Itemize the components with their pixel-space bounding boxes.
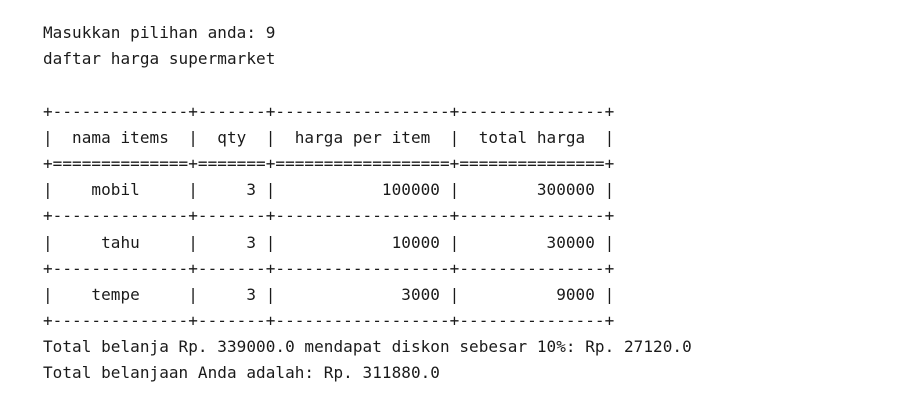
prompt-line: Masukkan pilihan anda: 9 xyxy=(43,23,276,42)
table-row: | tempe | 3 | 3000 | 9000 | xyxy=(43,284,615,304)
table-border-top: +--------------+-------+----------------… xyxy=(43,101,615,121)
terminal-output: Masukkan pilihan anda: 9 daftar harga su… xyxy=(43,20,692,387)
table-border-bottom: +--------------+-------+----------------… xyxy=(43,311,615,331)
table-header-separator: +==============+=======+================… xyxy=(43,153,615,173)
table-row-separator: +--------------+-------+----------------… xyxy=(43,258,615,278)
price-table: +--------------+-------+----------------… xyxy=(43,99,692,335)
table-header-row: | nama items | qty | harga per item | to… xyxy=(43,127,615,147)
table-row: | tahu | 3 | 10000 | 30000 | xyxy=(43,232,615,252)
total-line: Total belanjaan Anda adalah: Rp. 311880.… xyxy=(43,363,440,383)
heading-line: daftar harga supermarket xyxy=(43,49,276,69)
table-row-separator: +--------------+-------+----------------… xyxy=(43,206,615,226)
table-row: | mobil | 3 | 100000 | 300000 | xyxy=(43,180,615,200)
summary-line: Total belanja Rp. 339000.0 mendapat disk… xyxy=(43,337,692,357)
